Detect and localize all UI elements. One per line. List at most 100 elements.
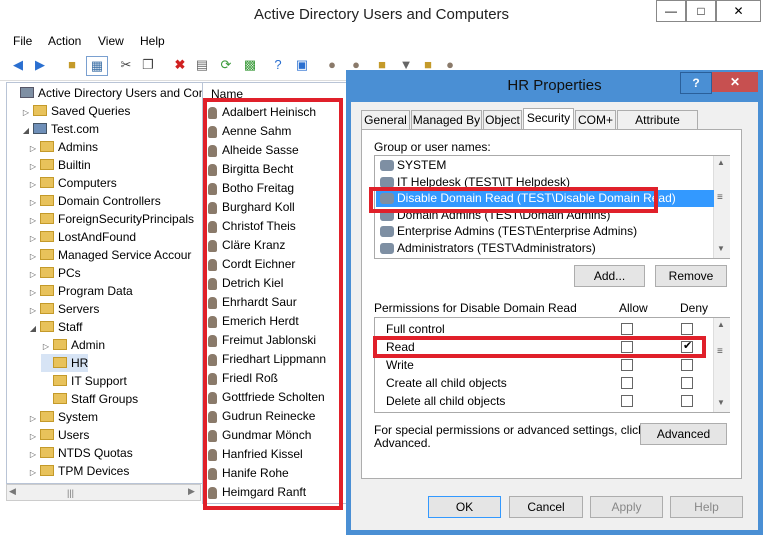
folder-icon [40,429,54,441]
tab-general[interactable]: General [361,110,410,129]
perm-scroll-down-icon[interactable]: ▼ [717,398,725,407]
remove-button[interactable]: Remove [655,265,727,287]
group-list-item[interactable]: Administrators (TEST\Administrators) [380,240,596,257]
domain-icon [33,123,47,135]
group-list-item[interactable]: SYSTEM [380,157,446,174]
tree-item[interactable]: ◢ Test.com [21,120,99,138]
tree-item[interactable]: ▷ Admin [41,336,105,354]
ok-button[interactable]: OK [428,496,501,518]
group-list-scrollbar[interactable]: ▲ ≡ ▼ [713,156,730,258]
menu-action[interactable]: Action [48,34,81,48]
menu-help[interactable]: Help [140,34,165,48]
tree-item[interactable]: ▷ Builtin [28,156,91,174]
allow-checkbox[interactable] [621,395,633,407]
maximize-button[interactable]: □ [686,0,716,22]
deny-checkbox[interactable] [681,377,693,389]
tab-security[interactable]: Security [523,108,574,130]
tab-managed-by[interactable]: Managed By [411,110,482,129]
tree-item[interactable]: ▷ Servers [28,300,99,318]
tree-item[interactable]: ▷ PCs [28,264,81,282]
folder-icon [40,141,54,153]
tree-item[interactable]: ▷ Computers [28,174,117,192]
deny-checkbox[interactable] [681,395,693,407]
console-tree-icon[interactable]: ▦ [86,56,108,76]
properties-icon[interactable]: ▤ [192,56,212,74]
tree-item-label: Computers [58,176,117,190]
close-button[interactable]: ✕ [716,0,761,22]
add-button[interactable]: Add... [574,265,645,287]
deny-checkbox[interactable] [681,359,693,371]
tab-attribute-editor[interactable]: Attribute Editor [617,110,698,146]
folder-icon [53,393,67,405]
deny-checkbox[interactable] [681,323,693,335]
scroll-right-icon[interactable]: ▶ [188,486,195,497]
scroll-down-icon[interactable]: ▼ [717,244,725,253]
permission-name: Write [386,358,414,372]
folder-icon [40,303,54,315]
expand-icon[interactable]: ▷ [28,464,38,482]
allow-checkbox[interactable] [621,323,633,335]
scroll-left-icon[interactable]: ◀ [9,486,16,497]
group-name: Enterprise Admins (TEST\Enterprise Admin… [397,224,638,238]
tab-com+[interactable]: COM+ [575,110,616,129]
back-icon[interactable]: ◀ [8,56,28,74]
tree-item[interactable]: ▷ System [28,408,98,426]
tree-item[interactable]: HR [41,354,89,372]
tab-object[interactable]: Object [483,110,522,129]
apply-button[interactable]: Apply [590,496,663,518]
tree-item[interactable]: ▷ Program Data [28,282,133,300]
new-user-icon[interactable]: ● [322,56,342,74]
forward-icon[interactable]: ▶ [30,56,50,74]
tree-item-label: Active Directory Users and Com [38,86,209,100]
tree-item[interactable]: ◢ Staff [28,318,83,338]
folder-icon [53,357,67,369]
group-name: Administrators (TEST\Administrators) [397,240,596,255]
permission-name: Create all child objects [386,376,507,390]
tree-item[interactable]: IT Support [41,372,127,390]
scroll-up-icon[interactable]: ▲ [717,158,725,167]
help-icon[interactable]: ? [268,56,288,74]
tree-item[interactable]: ▷ ForeignSecurityPrincipals [28,210,194,228]
help-button[interactable]: Help [670,496,743,518]
permissions-scrollbar[interactable]: ▲ ≡ ▼ [713,318,730,412]
tree-item[interactable]: Staff Groups [41,390,138,408]
menu-file[interactable]: File [13,34,32,48]
group-list-item[interactable]: Enterprise Admins (TEST\Enterprise Admin… [380,223,637,240]
expand-icon[interactable]: ◢ [28,320,38,338]
allow-checkbox[interactable] [621,377,633,389]
group-icon [380,242,394,254]
allow-checkbox[interactable] [621,359,633,371]
folder-icon [40,195,54,207]
tree-item[interactable]: ▷ Domain Controllers [28,192,161,210]
highlight-box-read [373,336,706,358]
folder-icon [40,231,54,243]
refresh-icon[interactable]: ⟳ [216,56,236,74]
delete-icon[interactable]: ✖ [170,56,190,74]
tree-item[interactable]: ▷ NTDS Quotas [28,444,133,462]
up-folder-icon[interactable]: ■ [62,56,82,74]
tree-item[interactable]: ▷ TPM Devices [28,462,129,480]
menu-view[interactable]: View [98,34,124,48]
tree-item[interactable]: ▷ Admins [28,138,98,156]
tree-item[interactable]: Active Directory Users and Com [8,84,209,102]
cut-icon[interactable]: ✂ [116,56,136,74]
tree-item-label: Program Data [58,284,133,298]
advanced-button[interactable]: Advanced [640,423,727,445]
show-details-icon[interactable]: ▣ [292,56,312,74]
cancel-button[interactable]: Cancel [509,496,583,518]
tree-item-label: NTDS Quotas [58,446,133,460]
copy-icon[interactable]: ❐ [138,56,158,74]
tree-item[interactable]: ▷ Users [28,426,89,444]
tree-horizontal-scrollbar[interactable]: ||| ◀ ▶ [6,484,201,501]
dialog-close-button[interactable]: ✕ [712,72,758,92]
dialog-help-button[interactable]: ? [680,72,712,94]
tree-item[interactable]: ▷ LostAndFound [28,228,136,246]
tree-item[interactable]: ▷ Managed Service Accour [28,246,191,264]
tree-item[interactable]: ▷ Saved Queries [21,102,130,120]
folder-icon [40,249,54,261]
perm-scroll-up-icon[interactable]: ▲ [717,320,725,329]
folder-icon [40,321,54,333]
export-list-icon[interactable]: ▩ [240,56,260,74]
folder-icon [40,177,54,189]
minimize-button[interactable]: — [656,0,686,22]
